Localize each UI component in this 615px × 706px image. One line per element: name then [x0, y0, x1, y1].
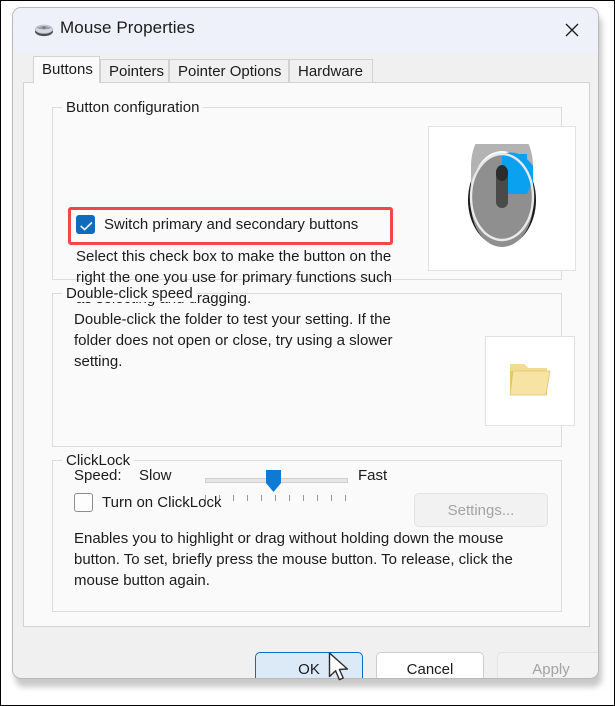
group-title: Button configuration — [62, 99, 204, 116]
ok-button[interactable]: OK — [255, 652, 363, 678]
tab-label: Pointer Options — [178, 63, 282, 80]
checkmark-icon — [80, 219, 93, 237]
mouse-icon — [34, 22, 54, 37]
apply-button[interactable]: Apply — [497, 652, 598, 678]
settings-button-label: Settings... — [447, 501, 515, 519]
tab-buttons[interactable]: Buttons — [33, 56, 100, 83]
tab-hardware[interactable]: Hardware — [289, 59, 373, 83]
apply-button-label: Apply — [532, 661, 570, 678]
cancel-button-label: Cancel — [406, 661, 454, 678]
mouse-preview-panel — [428, 123, 576, 271]
screenshot-root: Mouse Properties Buttons Pointers Pointe… — [0, 0, 615, 706]
group-title: ClickLock — [62, 452, 135, 469]
switch-buttons-label: Switch primary and secondary buttons — [104, 216, 359, 233]
tab-strip: Buttons Pointers Pointer Options Hardwar… — [13, 52, 598, 83]
ok-button-label: OK — [298, 661, 320, 678]
clicklock-description: Enables you to highlight or drag without… — [74, 530, 513, 589]
tab-pointer-options[interactable]: Pointer Options — [169, 59, 289, 83]
switch-buttons-checkbox-row[interactable]: Switch primary and secondary buttons — [76, 215, 358, 234]
mouse-illustration-icon — [465, 123, 539, 253]
title-bar: Mouse Properties — [13, 8, 598, 52]
close-icon[interactable] — [546, 8, 598, 52]
group-title: Double-click speed — [62, 285, 197, 302]
folder-icon[interactable] — [507, 358, 553, 405]
double-click-description: Double-click the folder to test your set… — [74, 311, 393, 370]
window-title: Mouse Properties — [60, 18, 195, 37]
clicklock-checkbox[interactable] — [74, 493, 93, 512]
double-click-test-panel[interactable] — [485, 336, 575, 426]
clicklock-label: Turn on ClickLock — [102, 494, 222, 511]
clicklock-settings-button[interactable]: Settings... — [414, 493, 548, 527]
mouse-properties-dialog: Mouse Properties Buttons Pointers Pointe… — [12, 7, 599, 679]
tab-content-buttons: Button configuration Switch primary and … — [23, 82, 590, 627]
switch-buttons-checkbox[interactable] — [76, 215, 95, 234]
cancel-button[interactable]: Cancel — [376, 652, 484, 678]
clicklock-checkbox-row[interactable]: Turn on ClickLock — [74, 493, 222, 512]
tab-label: Buttons — [42, 61, 93, 78]
tab-label: Hardware — [298, 63, 364, 80]
tab-label: Pointers — [109, 63, 165, 80]
tab-pointers[interactable]: Pointers — [100, 59, 169, 83]
